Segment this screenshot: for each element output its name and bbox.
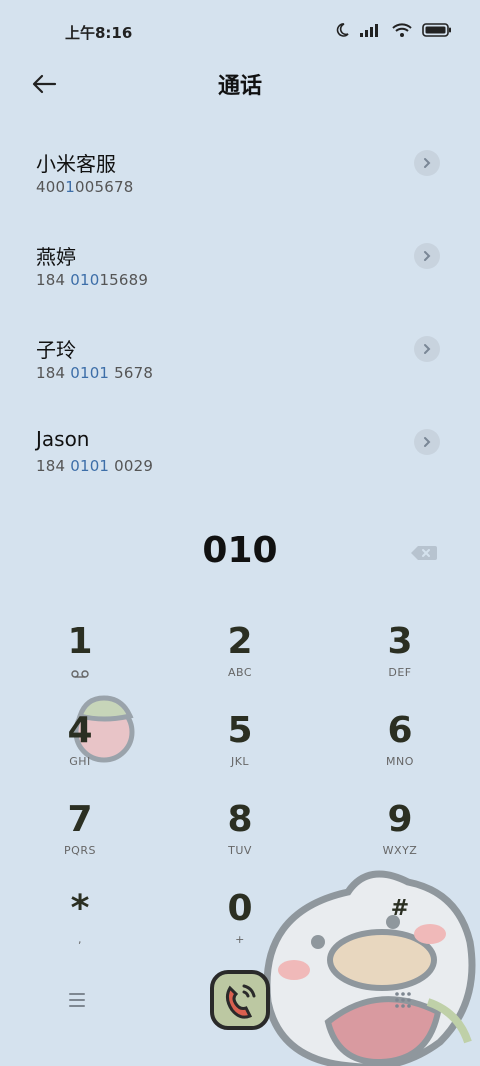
key-5[interactable]: 5 JKL bbox=[180, 709, 300, 789]
key-7[interactable]: 7 PQRS bbox=[20, 798, 140, 878]
contact-detail-button[interactable] bbox=[414, 150, 440, 176]
key-digit: 2 bbox=[227, 621, 253, 662]
dialpad-icon bbox=[395, 992, 411, 1008]
contact-name: Jason bbox=[36, 427, 90, 451]
key-digit: # bbox=[390, 896, 410, 921]
key-0[interactable]: 0 + bbox=[180, 887, 300, 967]
status-bar: 上午8:16 bbox=[0, 0, 480, 62]
key-3[interactable]: 3 DEF bbox=[340, 620, 460, 700]
contact-detail-button[interactable] bbox=[414, 336, 440, 362]
key-digit: 0 bbox=[227, 888, 253, 929]
contact-item[interactable]: 燕婷 184 01015689 bbox=[0, 233, 480, 326]
key-letters: WXYZ bbox=[382, 844, 418, 857]
call-button[interactable] bbox=[210, 970, 270, 1030]
menu-button[interactable] bbox=[66, 990, 90, 1010]
menu-icon bbox=[69, 993, 85, 1007]
contact-number: 4001005678 bbox=[36, 178, 134, 196]
key-letters: MNO bbox=[386, 755, 414, 768]
key-hash[interactable]: # bbox=[340, 887, 460, 967]
key-digit: * bbox=[70, 888, 90, 929]
key-letters: TUV bbox=[228, 844, 252, 857]
battery-icon bbox=[422, 23, 451, 37]
contact-item[interactable]: 子玲 184 0101 5678 bbox=[0, 326, 480, 419]
contact-item[interactable]: Jason 184 0101 0029 bbox=[0, 419, 480, 512]
backspace-icon bbox=[411, 546, 437, 560]
key-digit: 6 bbox=[387, 710, 413, 751]
chevron-right-icon bbox=[424, 251, 431, 261]
key-9[interactable]: 9 WXYZ bbox=[340, 798, 460, 878]
dialed-number: 010 bbox=[202, 530, 278, 571]
chevron-right-icon bbox=[424, 158, 431, 168]
key-letters: , bbox=[78, 933, 82, 946]
contact-detail-button[interactable] bbox=[414, 429, 440, 455]
phone-call-icon bbox=[210, 970, 270, 1030]
key-2[interactable]: 2 ABC bbox=[180, 620, 300, 700]
page-title: 通话 bbox=[217, 74, 262, 99]
contact-detail-button[interactable] bbox=[414, 243, 440, 269]
moon-icon bbox=[336, 23, 349, 37]
contact-number: 184 01015689 bbox=[36, 271, 149, 289]
contact-name: 子玲 bbox=[36, 338, 76, 362]
key-letters: DEF bbox=[388, 666, 412, 679]
voicemail-icon bbox=[71, 670, 89, 678]
key-letters: ABC bbox=[227, 666, 253, 679]
wifi-icon bbox=[392, 23, 412, 37]
key-6[interactable]: 6 MNO bbox=[340, 709, 460, 789]
contact-name: 燕婷 bbox=[36, 245, 76, 269]
key-digit: 8 bbox=[227, 799, 253, 840]
chevron-right-icon bbox=[424, 344, 431, 354]
key-1[interactable]: 1 bbox=[20, 620, 140, 700]
chevron-right-icon bbox=[424, 437, 431, 447]
key-digit: 3 bbox=[387, 621, 413, 662]
key-letters: PQRS bbox=[64, 844, 96, 857]
key-digit: 4 bbox=[67, 710, 93, 751]
key-letters: GHI bbox=[69, 755, 91, 768]
status-icons bbox=[334, 22, 452, 38]
status-time: 上午8:16 bbox=[65, 24, 133, 42]
backspace-button[interactable] bbox=[410, 544, 438, 562]
key-star[interactable]: * , bbox=[20, 887, 140, 967]
contact-name: 小米客服 bbox=[36, 152, 116, 176]
header: 通话 bbox=[0, 62, 480, 106]
key-letters: JKL bbox=[230, 755, 250, 768]
contact-item[interactable]: 小米客服 4001005678 bbox=[0, 140, 480, 233]
key-4[interactable]: 4 GHI bbox=[20, 709, 140, 789]
key-letters: + bbox=[235, 933, 245, 946]
key-digit: 7 bbox=[67, 799, 93, 840]
contact-list: 小米客服 4001005678 燕婷 184 01015689 子玲 184 0… bbox=[0, 140, 480, 512]
dialpad-toggle-button[interactable] bbox=[393, 990, 413, 1010]
key-digit: 1 bbox=[67, 621, 93, 662]
key-digit: 5 bbox=[227, 710, 253, 751]
key-digit: 9 bbox=[387, 799, 413, 840]
contact-number: 184 0101 5678 bbox=[36, 364, 154, 382]
signal-icon bbox=[360, 24, 378, 37]
contact-number: 184 0101 0029 bbox=[36, 457, 154, 475]
key-8[interactable]: 8 TUV bbox=[180, 798, 300, 878]
